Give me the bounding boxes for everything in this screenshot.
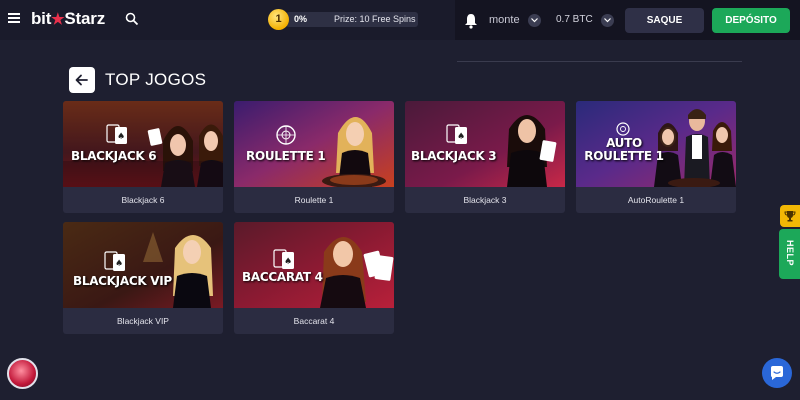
arrow-left-icon bbox=[75, 74, 88, 86]
logo-text-starz: Starz bbox=[64, 9, 105, 28]
game-label: Baccarat 4 bbox=[293, 316, 335, 326]
game-card-blackjack-vip[interactable]: ♠ BLACKJACK VIP Blackjack VIP bbox=[63, 222, 223, 334]
page-title: TOP JOGOS bbox=[105, 70, 207, 89]
game-thumbnail-title: BLACKJACK 3 bbox=[411, 149, 497, 163]
promo-floating-icon[interactable] bbox=[7, 358, 38, 389]
balance-chevron-down-icon[interactable] bbox=[601, 14, 614, 27]
game-thumbnail-title: ROULETTE 1 bbox=[246, 149, 326, 163]
game-label: Blackjack 3 bbox=[463, 195, 507, 205]
game-card-blackjack-3[interactable]: ♠ BLACKJACK 3 Blackjack 3 bbox=[405, 101, 565, 213]
game-thumbnail: ♠ BLACKJACK 3 bbox=[405, 101, 565, 187]
svg-text:♠: ♠ bbox=[284, 257, 292, 267]
game-thumbnail-title: BLACKJACK VIP bbox=[73, 274, 172, 288]
notification-bell-icon[interactable] bbox=[464, 13, 478, 29]
game-thumbnail: AUTO ROULETTE 1 bbox=[576, 101, 736, 187]
game-label: AutoRoulette 1 bbox=[627, 195, 685, 205]
game-label: Roulette 1 bbox=[294, 195, 334, 205]
username[interactable]: monte bbox=[489, 14, 520, 26]
game-card-blackjack-6[interactable]: ♠ BLACKJACK 6 Blackjack 6 bbox=[63, 101, 223, 213]
trophy-tab[interactable] bbox=[780, 205, 800, 227]
svg-text:♠: ♠ bbox=[457, 132, 465, 142]
svg-text:♠: ♠ bbox=[117, 132, 125, 142]
bonus-progress[interactable]: 0% Prize: 10 Free Spins 1 bbox=[268, 9, 418, 31]
divider bbox=[457, 61, 742, 62]
user-chevron-down-icon[interactable] bbox=[528, 14, 541, 27]
game-card-roulette-1[interactable]: ROULETTE 1 Roulette 1 bbox=[234, 101, 394, 213]
level-badge-icon: 1 bbox=[268, 9, 289, 30]
logo-text-bit: bit bbox=[31, 9, 52, 28]
deposit-button[interactable]: DEPÓSITO bbox=[712, 8, 790, 33]
bitstarz-logo[interactable]: bit★Starz bbox=[31, 9, 105, 29]
game-thumbnail: ROULETTE 1 bbox=[234, 101, 394, 187]
bonus-percent: 0% bbox=[294, 14, 308, 24]
help-tab[interactable]: HELP bbox=[779, 229, 800, 279]
chat-icon bbox=[771, 366, 783, 380]
live-chat-button[interactable] bbox=[762, 358, 792, 388]
bonus-prize-text: Prize: 10 Free Spins bbox=[334, 14, 416, 24]
balance-display[interactable]: 0.7 BTC bbox=[556, 14, 593, 25]
game-card-baccarat-4[interactable]: ♠ BACCARAT 4 Baccarat 4 bbox=[234, 222, 394, 334]
game-card-autoroulette-1[interactable]: AUTO ROULETTE 1 AutoRoulette 1 bbox=[576, 101, 736, 213]
game-thumbnail-title: BLACKJACK 6 bbox=[71, 149, 157, 163]
level-number: 1 bbox=[275, 13, 282, 25]
help-label: HELP bbox=[785, 239, 795, 266]
search-icon[interactable] bbox=[125, 12, 141, 28]
game-thumbnail: ♠ BLACKJACK 6 bbox=[63, 101, 223, 187]
withdraw-button[interactable]: SAQUE bbox=[625, 8, 704, 33]
game-thumbnail-title: AUTO ROULETTE 1 bbox=[584, 136, 664, 163]
logo-star-icon: ★ bbox=[51, 11, 65, 28]
game-label: Blackjack VIP bbox=[117, 316, 169, 326]
bonus-progress-bar: 0% Prize: 10 Free Spins bbox=[286, 12, 418, 27]
trophy-icon bbox=[784, 211, 796, 222]
game-label: Blackjack 6 bbox=[121, 195, 165, 205]
svg-text:♠: ♠ bbox=[115, 259, 123, 269]
game-thumbnail: ♠ BACCARAT 4 bbox=[234, 222, 394, 308]
game-thumbnail: ♠ BLACKJACK VIP bbox=[63, 222, 223, 308]
back-button[interactable] bbox=[69, 67, 95, 93]
game-thumbnail-title: BACCARAT 4 bbox=[242, 270, 323, 284]
menu-icon[interactable] bbox=[8, 13, 20, 23]
